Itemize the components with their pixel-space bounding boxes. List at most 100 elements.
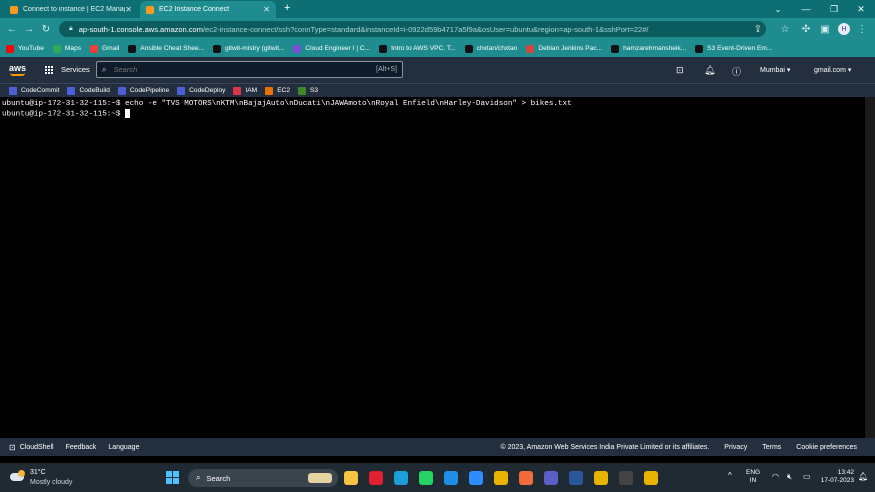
address-bar[interactable]: 🔒︎ ap-south-1.console.aws.amazon.com /ec… bbox=[59, 21, 766, 37]
region-code: IN bbox=[749, 477, 757, 484]
privacy-link[interactable]: Privacy bbox=[724, 444, 747, 451]
cookie-preferences-link[interactable]: Cookie preferences bbox=[796, 444, 857, 451]
whatsapp-icon[interactable] bbox=[419, 471, 433, 485]
chrome-profile-icon[interactable] bbox=[594, 471, 608, 485]
new-tab-button[interactable]: + bbox=[284, 2, 290, 14]
bookmark-label: Intro to AWS VPC. T... bbox=[391, 45, 456, 52]
service-icon bbox=[67, 86, 76, 95]
bookmark-item[interactable]: S3 Event-Driven Em... bbox=[695, 44, 773, 53]
terminal[interactable]: ubuntu@ip-172-31-32-115:~$ echo -e "TVS … bbox=[0, 97, 865, 438]
bookmark-item[interactable]: Maps bbox=[52, 44, 81, 53]
github-icon bbox=[464, 44, 473, 53]
language-link[interactable]: Language bbox=[108, 444, 139, 451]
aws-logo[interactable]: aws bbox=[9, 63, 26, 73]
language-indicator[interactable]: ENG IN bbox=[746, 469, 760, 485]
services-menu[interactable]: Services bbox=[61, 65, 90, 74]
favorite-service-codecommit[interactable]: CodeCommit bbox=[9, 86, 59, 95]
postman-icon[interactable] bbox=[519, 471, 533, 485]
bookmarks-bar: YouTube Maps Gmail Ansible Cheat Shee... git… bbox=[0, 40, 875, 57]
cloudshell-link[interactable]: CloudShell bbox=[20, 444, 54, 451]
service-icon bbox=[177, 86, 186, 95]
profile-avatar[interactable]: H bbox=[838, 23, 850, 35]
favorite-label: IAM bbox=[245, 87, 258, 94]
chrome-active-icon[interactable] bbox=[644, 471, 658, 485]
edge-icon[interactable] bbox=[394, 471, 408, 485]
back-arrow-icon[interactable]: ← bbox=[5, 22, 19, 36]
wifi-icon[interactable]: ◠ bbox=[772, 472, 779, 481]
terminal-icon[interactable] bbox=[619, 471, 633, 485]
bookmark-item[interactable]: hamzarehmansheik... bbox=[611, 44, 686, 53]
notifications-bell-icon[interactable]: 🔔︎ bbox=[704, 65, 715, 76]
tab-connect-to-instance[interactable]: Connect to instance | EC2 Manag ✕ bbox=[4, 1, 138, 18]
word-icon[interactable] bbox=[569, 471, 583, 485]
bookmark-item[interactable]: Ansible Cheat Shee... bbox=[128, 44, 204, 53]
chevron-down-icon: ▾ bbox=[786, 67, 791, 74]
bookmark-label: Cloud Engineer I | C... bbox=[305, 45, 371, 52]
terms-link[interactable]: Terms bbox=[762, 444, 781, 451]
favorite-service-iam[interactable]: IAM bbox=[233, 86, 258, 95]
maps-icon bbox=[52, 44, 61, 53]
terminal-scrollbar[interactable] bbox=[865, 97, 875, 438]
opera-icon[interactable] bbox=[369, 471, 383, 485]
chrome-icon[interactable] bbox=[494, 471, 508, 485]
bookmark-item[interactable]: YouTube bbox=[6, 44, 44, 53]
services-grid-icon[interactable] bbox=[45, 66, 54, 75]
search-input[interactable] bbox=[111, 64, 377, 75]
minimize-button[interactable]: — bbox=[792, 1, 820, 17]
browser-toolbar: ← → ↻ 🔒︎ ap-south-1.console.aws.amazon.c… bbox=[0, 18, 875, 40]
help-icon[interactable]: ⓘ bbox=[732, 65, 741, 78]
bookmark-item[interactable]: Gmail bbox=[90, 44, 119, 53]
tab-search-chevron-icon[interactable]: ⌄ bbox=[764, 1, 792, 17]
volume-muted-icon[interactable]: 🔇︎ bbox=[787, 472, 792, 482]
bookmark-item[interactable]: Debian Jenkins Pac... bbox=[526, 44, 602, 53]
bookmark-label: S3 Event-Driven Em... bbox=[707, 45, 773, 52]
zoom-icon[interactable] bbox=[469, 471, 483, 485]
taskbar-search[interactable]: ⌕ Search bbox=[188, 469, 338, 487]
vscode-icon[interactable] bbox=[444, 471, 458, 485]
reload-icon[interactable]: ↻ bbox=[39, 22, 53, 36]
bookmark-item[interactable]: gitwit-mistry (gitwit... bbox=[213, 44, 284, 53]
system-tray-chevron-icon[interactable]: ^ bbox=[728, 471, 732, 480]
close-window-button[interactable]: ✕ bbox=[847, 1, 875, 17]
favorite-service-codebuild[interactable]: CodeBuild bbox=[67, 86, 110, 95]
windows-start-icon[interactable] bbox=[166, 471, 179, 484]
feedback-link[interactable]: Feedback bbox=[66, 444, 97, 451]
weather-condition[interactable]: Mostly cloudy bbox=[30, 479, 72, 486]
bookmark-item[interactable]: chxtan/chxtan bbox=[464, 44, 517, 53]
maximize-button[interactable]: ❐ bbox=[820, 1, 848, 17]
favorite-service-codedeploy[interactable]: CodeDeploy bbox=[177, 86, 226, 95]
side-panel-icon[interactable]: ▣ bbox=[818, 22, 832, 36]
favorite-service-codepipeline[interactable]: CodePipeline bbox=[117, 86, 169, 95]
bookmark-label: YouTube bbox=[18, 45, 44, 52]
forward-arrow-icon[interactable]: → bbox=[22, 22, 36, 36]
bookmark-icon bbox=[293, 44, 302, 53]
clock[interactable]: 13:42 17-07-2023 bbox=[816, 469, 854, 485]
account-menu[interactable]: gmail.com ▾ bbox=[814, 66, 851, 74]
close-tab-icon[interactable]: ✕ bbox=[263, 5, 270, 14]
teams-icon[interactable] bbox=[544, 471, 558, 485]
region-selector[interactable]: Mumbai ▾ bbox=[760, 66, 790, 74]
bookmark-item[interactable]: Intro to AWS VPC. T... bbox=[379, 44, 456, 53]
windows-taskbar: 31°C Mostly cloudy bbox=[0, 463, 875, 492]
taskbar-search-label: Search bbox=[206, 473, 231, 483]
favorite-label: CodeDeploy bbox=[189, 87, 226, 94]
battery-icon[interactable]: ▭ bbox=[803, 472, 811, 481]
file-explorer-icon[interactable] bbox=[344, 471, 358, 485]
favorite-service-s3[interactable]: S3 bbox=[298, 86, 318, 95]
weather-temperature[interactable]: 31°C bbox=[30, 469, 46, 476]
service-icon bbox=[265, 86, 274, 95]
copyright-text: © 2023, Amazon Web Services India Privat… bbox=[500, 443, 710, 451]
favorite-service-ec2[interactable]: EC2 bbox=[265, 86, 290, 95]
close-tab-icon[interactable]: ✕ bbox=[125, 5, 132, 14]
share-icon[interactable]: ⇪ bbox=[751, 22, 765, 36]
bookmark-star-icon[interactable]: ☆ bbox=[778, 22, 792, 36]
extensions-puzzle-icon[interactable]: ✣ bbox=[799, 22, 813, 36]
notification-bell-icon[interactable]: 🔔︎ bbox=[858, 472, 868, 481]
aws-favorites-bar: CodeCommit CodeBuild CodePipeline CodeDeplo… bbox=[0, 83, 875, 97]
aws-search-box[interactable]: ⌕ [Alt+S] bbox=[96, 61, 403, 78]
more-menu-icon[interactable]: ⋮ bbox=[855, 22, 869, 36]
cloudshell-icon[interactable]: ⊡ bbox=[676, 65, 684, 76]
tab-ec2-instance-connect[interactable]: EC2 Instance Connect ✕ bbox=[140, 1, 276, 18]
bookmark-item[interactable]: Cloud Engineer I | C... bbox=[293, 44, 371, 53]
gmail-icon bbox=[90, 44, 99, 53]
